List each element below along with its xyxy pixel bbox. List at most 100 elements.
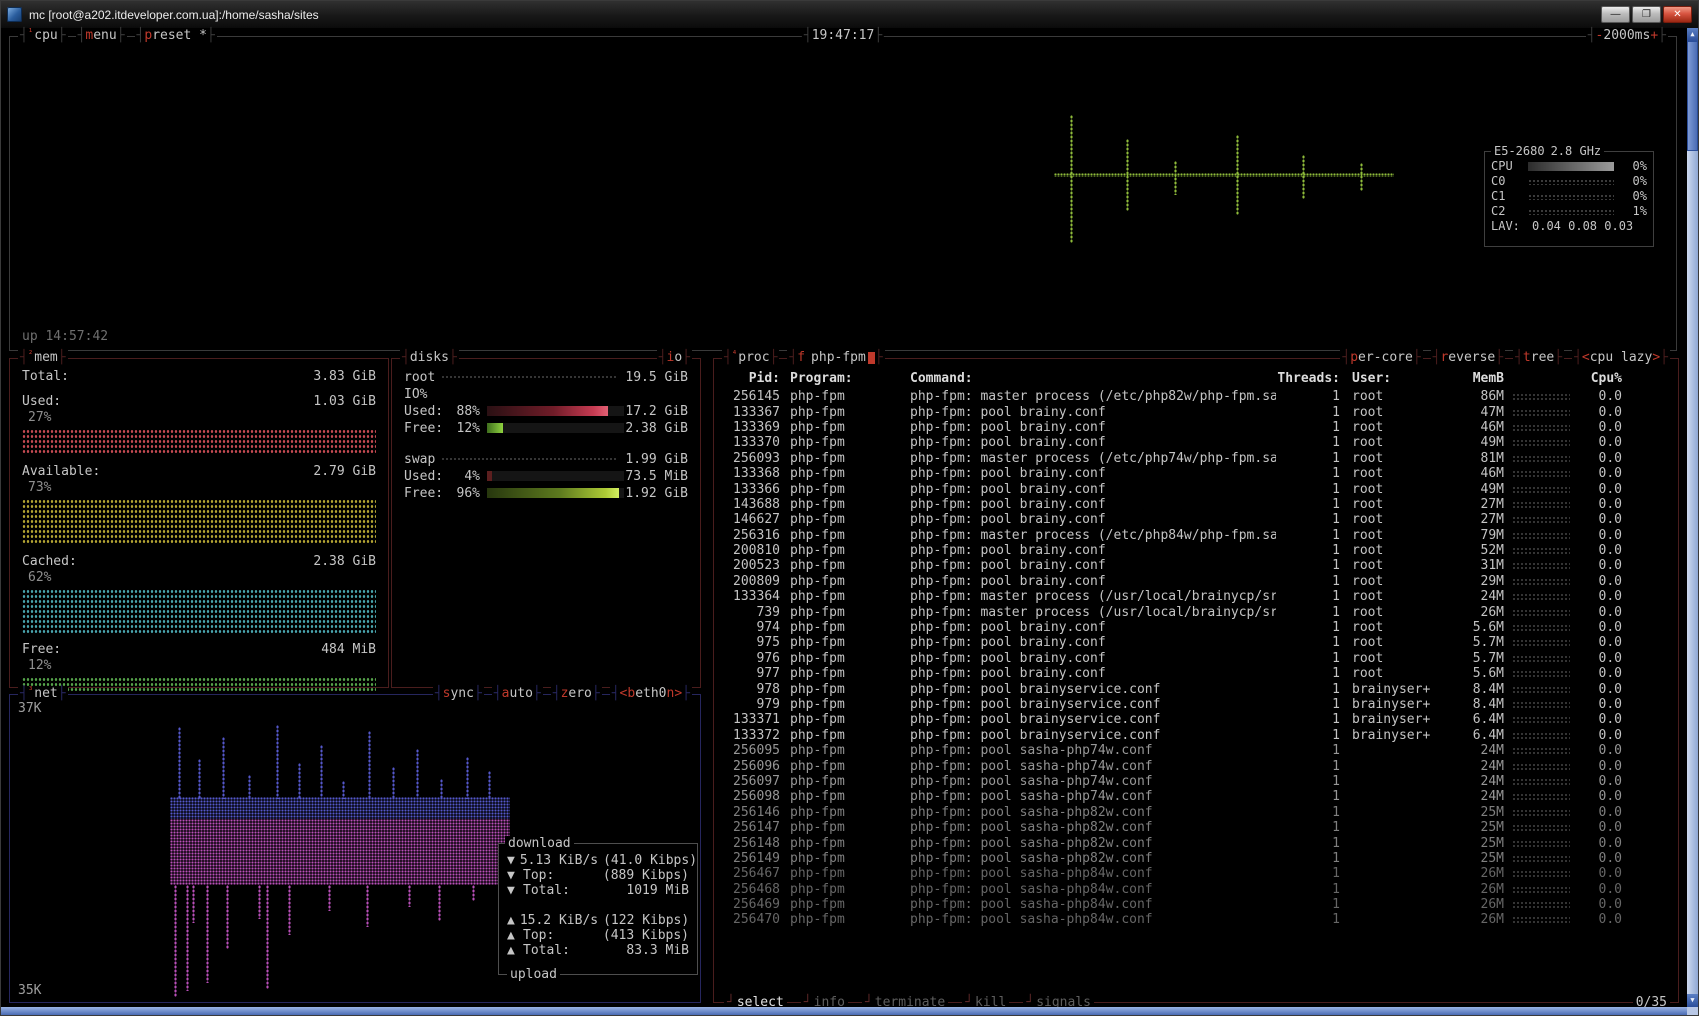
process-row[interactable]: 133364 php-fpm php-fpm: master process (… — [724, 589, 1678, 604]
process-row[interactable]: 256468 php-fpm php-fpm: pool sasha-php84… — [724, 882, 1678, 897]
process-row[interactable]: 256469 php-fpm php-fpm: pool sasha-php84… — [724, 897, 1678, 912]
process-row[interactable]: 256147 php-fpm php-fpm: pool sasha-php82… — [724, 820, 1678, 835]
interval-decrease-button[interactable]: - — [1596, 28, 1604, 43]
upload-graph-band — [170, 819, 510, 885]
process-row[interactable]: 256148 php-fpm php-fpm: pool sasha-php82… — [724, 835, 1678, 850]
titlebar[interactable]: mc [root@a202.itdeveloper.com.ua]:/home/… — [1, 1, 1698, 28]
menu-button[interactable]: menu — [76, 28, 127, 43]
process-row[interactable]: 256467 php-fpm php-fpm: pool sasha-php84… — [724, 866, 1678, 881]
mem-meter-label: Free: — [22, 642, 61, 658]
minimize-button[interactable]: — — [1601, 6, 1630, 23]
process-row[interactable]: 256470 php-fpm php-fpm: pool sasha-php84… — [724, 912, 1678, 927]
maximize-button[interactable]: ❐ — [1632, 6, 1661, 23]
process-row[interactable]: 200810 php-fpm php-fpm: pool brainy.conf… — [724, 543, 1678, 558]
process-cpu-graph — [1512, 732, 1570, 739]
auto-toggle[interactable]: auto — [492, 686, 543, 701]
disk-io-graph — [441, 457, 618, 462]
process-row[interactable]: 256098 php-fpm php-fpm: pool sasha-php74… — [724, 789, 1678, 804]
process-row[interactable]: 977 php-fpm php-fpm: pool brainy.conf 1 … — [724, 666, 1678, 681]
process-row[interactable]: 256146 php-fpm php-fpm: pool sasha-php82… — [724, 805, 1678, 820]
process-row[interactable]: 143688 php-fpm php-fpm: pool brainy.conf… — [724, 497, 1678, 512]
process-filter-input[interactable]: fphp-fpm — [787, 350, 884, 365]
sort-prev-button[interactable]: < — [1582, 350, 1590, 365]
process-program: php-fpm — [780, 620, 902, 635]
process-row[interactable]: 256145 php-fpm php-fpm: master process (… — [724, 389, 1678, 404]
process-table: 256145 php-fpm php-fpm: master process (… — [724, 389, 1678, 928]
interface-prev-button[interactable]: b — [627, 686, 635, 701]
process-cpu: 0.0 — [1578, 682, 1622, 697]
process-cpu-graph — [1512, 870, 1570, 877]
process-cpu: 0.0 — [1578, 497, 1622, 512]
process-row[interactable]: 975 php-fpm php-fpm: pool brainy.conf 1 … — [724, 635, 1678, 650]
process-row[interactable]: 133367 php-fpm php-fpm: pool brainy.conf… — [724, 404, 1678, 419]
proc-panel-title: ⁴proc — [722, 350, 779, 365]
scroll-up-arrow[interactable]: ▲ — [1687, 28, 1698, 41]
tree-toggle[interactable]: tree — [1513, 350, 1564, 365]
sync-toggle[interactable]: sync — [433, 686, 484, 701]
process-threads: 1 — [1276, 728, 1340, 743]
process-row[interactable]: 200523 php-fpm php-fpm: pool brainy.conf… — [724, 558, 1678, 573]
preset-button[interactable]: preset * — [135, 28, 217, 43]
disk-used-row: Used: 88% 17.2 GiB — [404, 403, 688, 419]
process-cpu: 0.0 — [1578, 635, 1622, 650]
process-program: php-fpm — [780, 558, 902, 573]
process-user: root — [1340, 589, 1452, 604]
process-row[interactable]: 146627 php-fpm php-fpm: pool brainy.conf… — [724, 512, 1678, 527]
process-row[interactable]: 256316 php-fpm php-fpm: master process (… — [724, 528, 1678, 543]
interface-next-button[interactable]: n — [667, 686, 675, 701]
clock: 19:47:17 — [802, 28, 884, 43]
process-mem: 5.7M — [1452, 635, 1504, 650]
process-row[interactable]: 133372 php-fpm php-fpm: pool brainyservi… — [724, 728, 1678, 743]
close-button[interactable]: ✕ — [1663, 6, 1692, 23]
mem-meter-graph — [22, 677, 376, 693]
process-pid: 133370 — [724, 435, 780, 450]
process-row[interactable]: 974 php-fpm php-fpm: pool brainy.conf 1 … — [724, 620, 1678, 635]
process-row[interactable]: 133370 php-fpm php-fpm: pool brainy.conf… — [724, 435, 1678, 450]
interval-increase-button[interactable]: + — [1650, 28, 1658, 43]
process-program: php-fpm — [780, 574, 902, 589]
process-mem: 26M — [1452, 882, 1504, 897]
process-command: php-fpm: pool brainy.conf — [902, 435, 1276, 450]
process-row[interactable]: 976 php-fpm php-fpm: pool brainy.conf 1 … — [724, 651, 1678, 666]
mem-meter-graph — [22, 429, 376, 455]
process-row[interactable]: 133371 php-fpm php-fpm: pool brainyservi… — [724, 712, 1678, 727]
io-toggle[interactable]: io — [657, 350, 692, 365]
disks-panel-title: disks — [400, 350, 459, 365]
sort-next-button[interactable]: > — [1652, 350, 1660, 365]
process-row[interactable]: 256096 php-fpm php-fpm: pool sasha-php74… — [724, 758, 1678, 773]
process-mem: 49M — [1452, 435, 1504, 450]
reverse-toggle[interactable]: reverse — [1431, 350, 1505, 365]
process-mem: 5.6M — [1452, 666, 1504, 681]
process-mem: 24M — [1452, 589, 1504, 604]
process-mem: 5.7M — [1452, 651, 1504, 666]
per-core-toggle[interactable]: per-core — [1340, 350, 1422, 365]
process-row[interactable]: 200809 php-fpm php-fpm: pool brainy.conf… — [724, 574, 1678, 589]
vertical-scrollbar[interactable]: ▲ ▼ — [1687, 28, 1698, 1007]
process-row[interactable]: 133369 php-fpm php-fpm: pool brainy.conf… — [724, 420, 1678, 435]
process-program: php-fpm — [780, 589, 902, 604]
zero-toggle[interactable]: zero — [551, 686, 602, 701]
process-row[interactable]: 256097 php-fpm php-fpm: pool sasha-php74… — [724, 774, 1678, 789]
process-row[interactable]: 256095 php-fpm php-fpm: pool sasha-php74… — [724, 743, 1678, 758]
process-mem: 26M — [1452, 897, 1504, 912]
process-row[interactable]: 256149 php-fpm php-fpm: pool sasha-php82… — [724, 851, 1678, 866]
terminal-window: mc [root@a202.itdeveloper.com.ua]:/home/… — [0, 0, 1699, 1016]
process-cpu-graph — [1512, 793, 1570, 800]
process-command: php-fpm: master process (/usr/local/brai… — [902, 605, 1276, 620]
horizontal-scrollbar[interactable] — [1, 1007, 1687, 1015]
mem-meter-graph — [22, 589, 376, 633]
scroll-down-arrow[interactable]: ▼ — [1687, 994, 1698, 1007]
process-row[interactable]: 256093 php-fpm php-fpm: master process (… — [724, 451, 1678, 466]
process-row[interactable]: 979 php-fpm php-fpm: pool brainyservice.… — [724, 697, 1678, 712]
process-cpu: 0.0 — [1578, 820, 1622, 835]
vertical-scrollbar-thumb[interactable] — [1687, 41, 1698, 151]
process-pid: 143688 — [724, 497, 780, 512]
up-arrow-icon: ▲ — [507, 913, 515, 928]
process-row[interactable]: 739 php-fpm php-fpm: master process (/us… — [724, 604, 1678, 619]
process-program: php-fpm — [780, 897, 902, 912]
process-row[interactable]: 133366 php-fpm php-fpm: pool brainy.conf… — [724, 481, 1678, 496]
down-arrow-icon: ▼ — [507, 853, 515, 868]
process-row[interactable]: 133368 php-fpm php-fpm: pool brainy.conf… — [724, 466, 1678, 481]
disk-free-row: Free: 96% 1.92 GiB — [404, 485, 688, 501]
process-row[interactable]: 978 php-fpm php-fpm: pool brainyservice.… — [724, 681, 1678, 696]
